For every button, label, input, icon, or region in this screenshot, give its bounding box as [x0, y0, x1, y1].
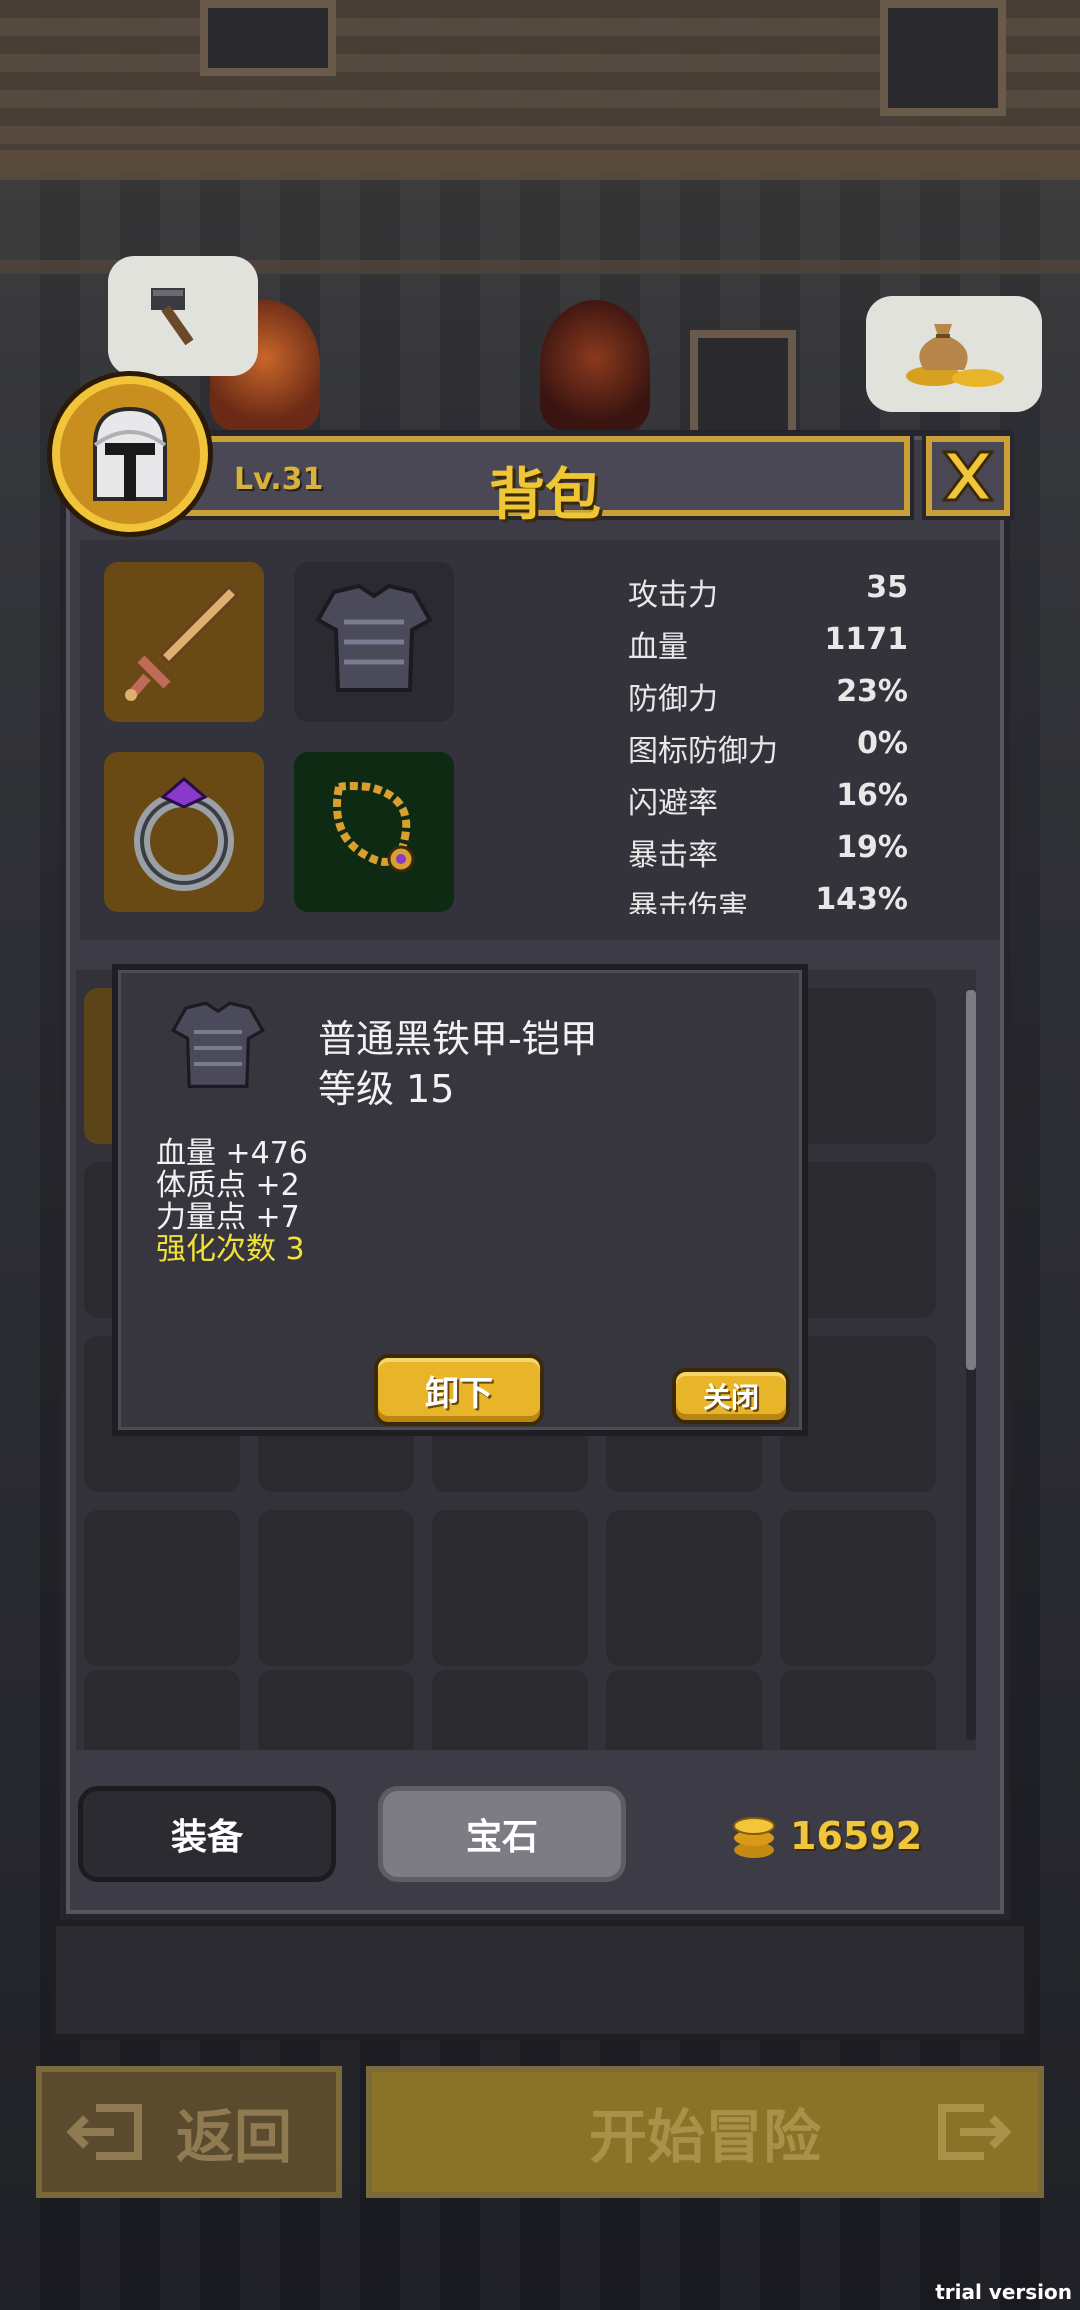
inventory-slot[interactable] [84, 1510, 240, 1666]
inventory-slot[interactable] [258, 1510, 414, 1666]
back-label: 返回 [176, 2103, 293, 2171]
panel-base [50, 1920, 1030, 2040]
coin-bag-icon [906, 324, 1004, 387]
inventory-slot[interactable] [780, 1670, 936, 1750]
weapon-slot[interactable] [104, 562, 264, 722]
merchant-bubble[interactable] [866, 296, 1042, 412]
inventory-slot[interactable] [780, 1510, 936, 1666]
trial-watermark: trial version [935, 2280, 1072, 2304]
stat-defense: 防御力 23% [628, 674, 908, 717]
item-attribute: 体质点 +2 [156, 1168, 300, 1203]
unequip-button[interactable]: 卸下 [374, 1354, 544, 1426]
stat-crit-rate: 暴击率 19% [628, 830, 908, 873]
hammer-icon [151, 288, 194, 346]
tab-equipment[interactable]: 装备 [78, 1786, 336, 1882]
inventory-slot[interactable] [432, 1510, 588, 1666]
inventory-slot[interactable] [258, 1670, 414, 1750]
close-x-icon [941, 450, 995, 502]
start-adventure-button[interactable]: 开始冒险 [366, 2066, 1044, 2198]
stat-crit-damage: 暴击伤害 143% [628, 882, 908, 914]
knight-helmet-icon [93, 406, 167, 501]
inventory-slot[interactable] [432, 1670, 588, 1750]
item-enhance-count: 强化次数 3 [156, 1232, 305, 1267]
inventory-scroll-thumb[interactable] [966, 990, 976, 1370]
ring-slot[interactable] [104, 752, 264, 912]
sword-icon [125, 584, 240, 701]
item-attribute: 力量点 +7 [156, 1200, 300, 1235]
start-label: 开始冒险 [588, 2103, 821, 2171]
panel-title: 背包 [489, 463, 601, 528]
item-attribute: 血量 +476 [156, 1136, 308, 1171]
wooden-beam [0, 150, 1080, 172]
exit-left-icon [66, 2104, 142, 2160]
gold-coin-icon [733, 1817, 775, 1858]
item-detail-icon [160, 990, 276, 1106]
armor-slot[interactable] [294, 562, 454, 722]
house-window [200, 0, 336, 76]
exit-right-icon [938, 2104, 1012, 2160]
stat-hp: 血量 1171 [628, 622, 908, 665]
inventory-slot[interactable] [606, 1670, 762, 1750]
blacksmith-bubble[interactable] [108, 256, 258, 376]
back-button[interactable]: 返回 [36, 2066, 342, 2198]
necklace-icon [333, 782, 415, 873]
inventory-slot[interactable] [84, 1670, 240, 1750]
lantern [540, 300, 650, 430]
stat-icon-defense: 图标防御力 0% [628, 726, 908, 769]
close-panel-button[interactable] [926, 436, 1010, 516]
close-popup-button[interactable]: 关闭 [672, 1368, 790, 1424]
item-level: 等级 15 [318, 1067, 455, 1111]
necklace-slot[interactable] [294, 752, 454, 912]
title-bar: Lv.31 背包 [180, 436, 910, 528]
ring-icon [134, 777, 234, 891]
chestplate-icon [315, 583, 433, 692]
player-avatar[interactable] [52, 376, 208, 532]
chestplate-icon [171, 1001, 265, 1088]
item-name: 普通黑铁甲-铠甲 [318, 1017, 598, 1061]
inventory-slot[interactable] [606, 1510, 762, 1666]
stat-attack: 攻击力 35 [628, 570, 908, 613]
house-window [880, 0, 1006, 116]
tab-gems[interactable]: 宝石 [378, 1786, 626, 1882]
gold-counter: 16592 [730, 1808, 922, 1864]
stat-dodge: 闪避率 16% [628, 778, 908, 821]
gold-amount: 16592 [790, 1814, 923, 1858]
